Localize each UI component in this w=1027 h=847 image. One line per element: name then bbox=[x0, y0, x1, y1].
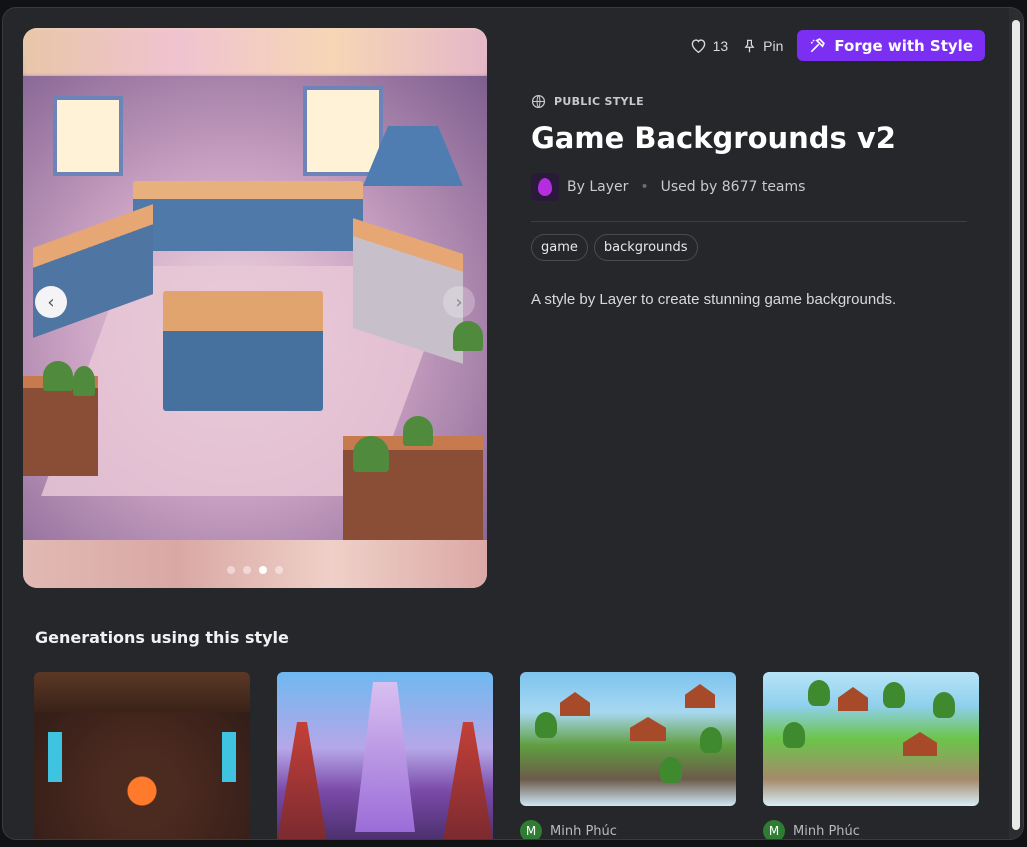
tag-game[interactable]: game bbox=[531, 234, 588, 261]
like-count: 13 bbox=[712, 37, 729, 54]
user-name: Minh Phúc bbox=[550, 823, 617, 839]
divider bbox=[531, 221, 967, 222]
generation-thumbnail-village[interactable] bbox=[520, 672, 736, 806]
preview-blur-bottom bbox=[23, 540, 487, 588]
pin-button[interactable]: Pin bbox=[742, 38, 783, 54]
user-name: Minh Phúc bbox=[793, 823, 860, 839]
user-avatar: M bbox=[763, 820, 785, 839]
carousel-next-button[interactable]: › bbox=[443, 286, 475, 318]
scrollbar-thumb[interactable] bbox=[1012, 20, 1020, 830]
forge-label: Forge with Style bbox=[834, 36, 973, 55]
chevron-right-icon: › bbox=[455, 291, 463, 313]
carousel-dot[interactable] bbox=[227, 566, 235, 574]
generations-heading: Generations using this style bbox=[35, 628, 289, 647]
separator-dot: • bbox=[640, 179, 649, 195]
pin-icon bbox=[744, 39, 755, 52]
visibility-label: PUBLIC STYLE bbox=[554, 95, 644, 108]
layer-logo-icon bbox=[538, 178, 552, 196]
style-description: A style by Layer to create stunning game… bbox=[531, 291, 897, 308]
generation-thumbnail-island[interactable] bbox=[763, 672, 979, 806]
style-actions: 13 Pin Forge with Style bbox=[690, 30, 985, 61]
carousel-dot[interactable] bbox=[243, 566, 251, 574]
author-avatar[interactable] bbox=[531, 173, 559, 201]
generation-thumbnail-temple[interactable] bbox=[277, 672, 493, 839]
carousel-dots bbox=[23, 566, 487, 574]
tag-backgrounds[interactable]: backgrounds bbox=[593, 234, 698, 261]
carousel-prev-button[interactable]: ‹ bbox=[35, 286, 67, 318]
visibility-badge: PUBLIC STYLE bbox=[531, 94, 967, 109]
style-detail-window: ‹ › 13 Pin Forge with Style PUBLIC STYLE… bbox=[2, 7, 1024, 840]
carousel-dot-active[interactable] bbox=[259, 566, 267, 574]
heart-icon bbox=[691, 39, 705, 53]
style-title: Game Backgrounds v2 bbox=[531, 121, 896, 155]
hammer-icon bbox=[810, 38, 826, 53]
preview-image-kitchen bbox=[23, 76, 487, 540]
style-info: PUBLIC STYLE Game Backgrounds v2 By Laye… bbox=[531, 94, 967, 308]
pin-label: Pin bbox=[763, 37, 784, 54]
preview-blur-top bbox=[23, 28, 487, 76]
chevron-left-icon: ‹ bbox=[47, 291, 55, 313]
like-button[interactable]: 13 bbox=[690, 37, 729, 54]
carousel-dot[interactable] bbox=[275, 566, 283, 574]
scrollbar[interactable] bbox=[1009, 8, 1023, 839]
tag-list: game backgrounds bbox=[531, 234, 967, 261]
globe-icon bbox=[531, 94, 546, 109]
style-meta: By Layer • Used by 8677 teams bbox=[531, 173, 967, 201]
usage-count: Used by 8677 teams bbox=[660, 179, 806, 195]
style-preview-carousel[interactable]: ‹ › bbox=[23, 28, 487, 588]
generation-thumbnail-cabin[interactable] bbox=[34, 672, 250, 839]
generation-author[interactable]: M Minh Phúc bbox=[520, 820, 617, 839]
forge-with-style-button[interactable]: Forge with Style bbox=[797, 30, 985, 61]
user-avatar: M bbox=[520, 820, 542, 839]
generation-author[interactable]: M Minh Phúc bbox=[763, 820, 860, 839]
author-name[interactable]: By Layer bbox=[567, 179, 628, 195]
